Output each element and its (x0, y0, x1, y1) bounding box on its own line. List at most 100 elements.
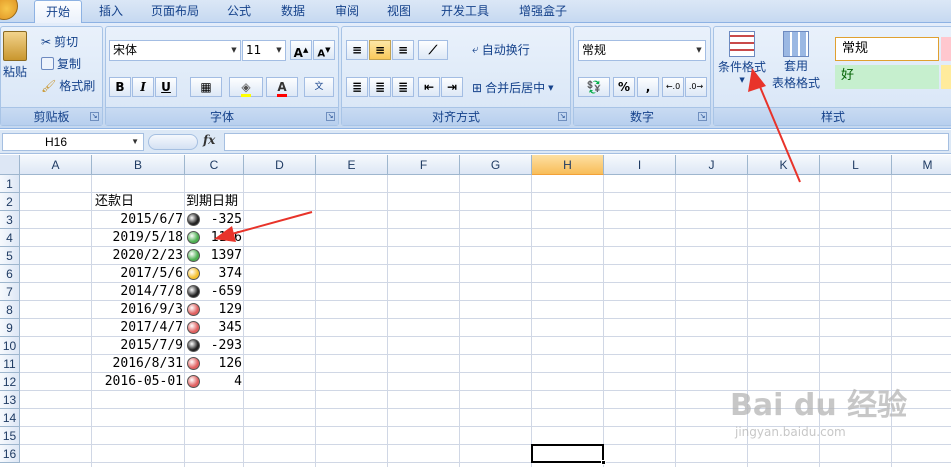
tab-data[interactable]: 数据 (270, 0, 316, 23)
accounting-format-button[interactable]: 💱 (578, 77, 610, 97)
cell-b12-date[interactable]: 2016-05-01 (92, 373, 185, 391)
row-header-16[interactable]: 16 (0, 445, 20, 463)
selected-cell-h16[interactable] (531, 444, 604, 463)
row-header-9[interactable]: 9 (0, 319, 20, 337)
cut-button[interactable]: ✂ 剪切 (41, 33, 78, 50)
tab-home[interactable]: 开始 (34, 0, 82, 24)
copy-button[interactable]: 复制 (41, 55, 81, 72)
bold-button[interactable]: B (109, 77, 131, 97)
row-header-3[interactable]: 3 (0, 211, 20, 229)
row-header-1[interactable]: 1 (0, 175, 20, 193)
row-header-12[interactable]: 12 (0, 373, 20, 391)
format-painter-button[interactable]: 🖌 格式刷 (41, 77, 95, 94)
office-button[interactable] (0, 0, 18, 20)
decrease-decimal-button[interactable]: .0→ (685, 77, 707, 97)
column-header-m[interactable]: M (892, 155, 951, 175)
align-right-button[interactable]: ≣ (392, 77, 414, 97)
column-header-j[interactable]: J (676, 155, 748, 175)
font-color-button[interactable]: A (266, 77, 298, 97)
row-header-4[interactable]: 4 (0, 229, 20, 247)
cell-b9-date[interactable]: 2017/4/7 (92, 319, 185, 337)
tab-enhance-box[interactable]: 增强盒子 (508, 0, 578, 23)
grow-font-button[interactable]: A▲ (290, 40, 312, 60)
phonetic-button[interactable]: 文 (304, 77, 334, 97)
column-header-b[interactable]: B (92, 155, 185, 175)
italic-button[interactable]: I (132, 77, 154, 97)
row-header-15[interactable]: 15 (0, 427, 20, 445)
tab-formulas[interactable]: 公式 (216, 0, 262, 23)
comma-button[interactable]: , (637, 77, 659, 97)
column-header-h[interactable]: H (532, 155, 604, 175)
align-bottom-button[interactable]: ≡ (392, 40, 414, 60)
style-good[interactable]: 好 (835, 65, 939, 89)
format-as-table-button[interactable]: 套用 表格格式 (772, 31, 820, 91)
row-header-11[interactable]: 11 (0, 355, 20, 373)
cell-b4-date[interactable]: 2019/5/18 (92, 229, 185, 247)
column-header-e[interactable]: E (316, 155, 388, 175)
orientation-button[interactable]: ⟋ (418, 40, 448, 60)
cell-b8-date[interactable]: 2016/9/3 (92, 301, 185, 319)
align-middle-button[interactable]: ≡ (369, 40, 391, 60)
row-header-2[interactable]: 2 (0, 193, 20, 211)
row-header-8[interactable]: 8 (0, 301, 20, 319)
percent-button[interactable]: % (613, 77, 635, 97)
tab-insert[interactable]: 插入 (88, 0, 134, 23)
align-left-button[interactable]: ≣ (346, 77, 368, 97)
row-header-14[interactable]: 14 (0, 409, 20, 427)
tab-review[interactable]: 审阅 (324, 0, 370, 23)
cell-b3-date[interactable]: 2015/6/7 (92, 211, 185, 229)
increase-decimal-button[interactable]: ←.0 (662, 77, 684, 97)
column-header-k[interactable]: K (748, 155, 820, 175)
formula-input[interactable] (224, 133, 949, 151)
fill-color-button[interactable]: ◈ (229, 77, 263, 97)
column-header-a[interactable]: A (20, 155, 92, 175)
number-launcher-icon[interactable]: ↘ (698, 112, 707, 121)
name-box[interactable]: H16 ▼ (2, 133, 144, 151)
row-header-10[interactable]: 10 (0, 337, 20, 355)
cell-c2-header[interactable]: 到期日期 (185, 193, 265, 211)
paste-button[interactable]: 粘贴 (3, 31, 27, 80)
font-name-combo[interactable]: 宋体 ▼ (109, 40, 241, 61)
decrease-indent-button[interactable]: ⇤ (418, 77, 440, 97)
style-normal[interactable]: 常规 (835, 37, 939, 61)
tab-view[interactable]: 视图 (376, 0, 422, 23)
row-header-13[interactable]: 13 (0, 391, 20, 409)
column-header-l[interactable]: L (820, 155, 892, 175)
alignment-launcher-icon[interactable]: ↘ (558, 112, 567, 121)
conditional-format-button[interactable]: 条件格式 ▼ (718, 31, 766, 84)
cell-b10-date[interactable]: 2015/7/9 (92, 337, 185, 355)
merge-center-button[interactable]: ⊞ 合并后居中 ▼ (472, 79, 553, 96)
shrink-font-button[interactable]: A▼ (313, 40, 335, 60)
column-header-i[interactable]: I (604, 155, 676, 175)
align-top-button[interactable]: ≡ (346, 40, 368, 60)
cell-b6-date[interactable]: 2017/5/6 (92, 265, 185, 283)
clipboard-launcher-icon[interactable]: ↘ (90, 112, 99, 121)
underline-button[interactable]: U (155, 77, 177, 97)
cell-b2-header[interactable]: 还款日 (92, 193, 185, 211)
cell-b11-date[interactable]: 2016/8/31 (92, 355, 185, 373)
cell-b7-date[interactable]: 2014/7/8 (92, 283, 185, 301)
align-center-button[interactable]: ≣ (369, 77, 391, 97)
row-header-7[interactable]: 7 (0, 283, 20, 301)
tab-developer[interactable]: 开发工具 (430, 0, 500, 23)
font-launcher-icon[interactable]: ↘ (326, 112, 335, 121)
fill-handle[interactable] (601, 460, 606, 465)
number-format-combo[interactable]: 常规 ▼ (578, 40, 706, 61)
style-neutral[interactable] (941, 65, 951, 89)
column-header-c[interactable]: C (185, 155, 244, 175)
column-header-f[interactable]: F (388, 155, 460, 175)
row-header-5[interactable]: 5 (0, 247, 20, 265)
font-size-combo[interactable]: 11 ▼ (242, 40, 286, 61)
column-header-g[interactable]: G (460, 155, 532, 175)
formula-bar-handle[interactable] (148, 134, 198, 150)
select-all-corner[interactable] (0, 155, 20, 175)
style-bad[interactable] (941, 37, 951, 61)
tab-page-layout[interactable]: 页面布局 (140, 0, 210, 23)
cell-b5-date[interactable]: 2020/2/23 (92, 247, 185, 265)
increase-indent-button[interactable]: ⇥ (441, 77, 463, 97)
fx-icon[interactable]: fx (203, 133, 215, 147)
wrap-text-button[interactable]: ⤶ 自动换行 (472, 41, 530, 58)
column-header-d[interactable]: D (244, 155, 316, 175)
row-header-6[interactable]: 6 (0, 265, 20, 283)
border-button[interactable]: ▦ (190, 77, 222, 97)
